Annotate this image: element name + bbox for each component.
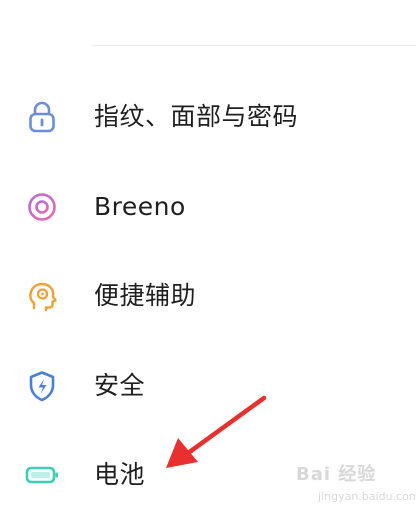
red-arrow-annotation [166, 395, 267, 468]
shield-lightning-icon [24, 368, 60, 404]
settings-item-label: Breeno [94, 191, 186, 221]
settings-item-label: 电池 [94, 460, 146, 489]
settings-item-label: 安全 [94, 370, 146, 400]
breeno-ring-icon [24, 189, 60, 225]
settings-item-accessibility[interactable]: 便捷辅助 [0, 252, 416, 342]
head-gear-icon [24, 278, 60, 314]
watermark-brand: Bai 经验 [296, 464, 377, 485]
battery-icon [24, 457, 60, 493]
settings-item-label: 便捷辅助 [94, 281, 197, 310]
settings-item-label: 指纹、面部与密码 [94, 102, 299, 131]
baidu-jingyan-watermark: Bai 经验 jingyan.baidu.com [296, 458, 416, 510]
lock-icon [24, 99, 60, 135]
settings-item-fingerprint-face-password[interactable]: 指纹、面部与密码 [0, 73, 416, 163]
section-divider [92, 45, 416, 46]
settings-item-breeno[interactable]: Breeno [0, 163, 416, 253]
watermark-url: jingyan.baidu.com [318, 490, 416, 503]
